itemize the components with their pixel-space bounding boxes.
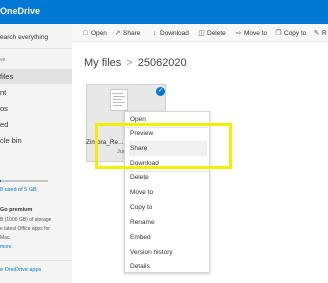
storage-fill — [0, 180, 1, 182]
copy-icon: ❐ — [275, 29, 282, 37]
sidebar-item-my-files[interactable]: files — [0, 69, 72, 84]
thumbnail-line — [113, 96, 125, 97]
app-title[interactable]: OneDrive — [0, 6, 40, 16]
delete-icon: ◫ — [198, 29, 205, 37]
thumbnail-line — [113, 93, 123, 94]
delete-button[interactable]: ◫ Delete — [198, 28, 226, 38]
menu-item-embed[interactable]: Embed — [129, 230, 207, 245]
nav-divider — [0, 260, 72, 261]
sidebar-item-label: os — [0, 104, 8, 113]
breadcrumb-current: 25062020 — [137, 57, 187, 69]
breadcrumb: My files > 25062020 — [84, 57, 187, 69]
menu-item-move-to[interactable]: Move to — [129, 185, 207, 200]
delete-button-label: Delete — [207, 29, 226, 37]
rename-button[interactable]: ✎ R — [313, 28, 327, 38]
sidebar-item-recycle-bin[interactable]: cle bin — [0, 133, 72, 148]
move-icon: ⇨ — [235, 29, 242, 37]
top-bar: OneDrive — [0, 0, 328, 24]
selected-check-icon[interactable]: ✓ — [156, 87, 165, 96]
menu-item-details[interactable]: Details — [129, 259, 207, 274]
copy-to-button-label: Copy to — [284, 29, 307, 37]
highlight-box — [95, 123, 232, 169]
share-button[interactable]: ↗ Share — [114, 28, 141, 38]
thumbnail-line — [113, 102, 125, 103]
storage-bar — [0, 180, 48, 182]
open-button[interactable]: □ Open — [82, 28, 107, 38]
premium-title: Go premium — [0, 207, 33, 213]
sidebar-item-label: ed — [0, 120, 9, 129]
rename-button-label: R — [322, 29, 327, 37]
search-input[interactable] — [0, 28, 72, 46]
open-button-label: Open — [91, 29, 107, 37]
share-button-label: Share — [123, 29, 141, 37]
sidebar-item-label: cle bin — [0, 136, 22, 145]
get-apps-link[interactable]: e OneDrive apps — [0, 267, 41, 273]
copy-to-button[interactable]: ❐ Copy to — [275, 28, 306, 38]
breadcrumb-separator: > — [126, 57, 133, 69]
premium-line: e latest Office apps for — [0, 226, 50, 232]
download-button[interactable]: ↓ Download — [151, 28, 189, 38]
menu-item-delete[interactable]: Delete — [129, 170, 207, 185]
menu-item-copy-to[interactable]: Copy to — [129, 200, 207, 215]
document-thumbnail — [110, 89, 128, 111]
move-to-button[interactable]: ⇨ Move to — [235, 28, 268, 38]
learn-more-link[interactable]: more. — [0, 244, 13, 250]
sidebar-item-label: files — [0, 72, 14, 81]
thumbnail-line — [113, 105, 122, 106]
open-icon: □ — [83, 29, 88, 37]
command-bar: □ Open ↗ Share ↓ Download ◫ Delete ⇨ Mov… — [72, 24, 328, 42]
sidebar-item-photos[interactable]: os — [0, 101, 72, 116]
move-to-button-label: Move to — [244, 29, 268, 37]
menu-item-rename[interactable]: Rename — [129, 215, 207, 230]
nav-section-label: ve — [0, 57, 6, 63]
premium-line: Mac. — [0, 235, 11, 241]
breadcrumb-root[interactable]: My files — [84, 57, 121, 69]
sidebar-item-shared[interactable]: ed — [0, 117, 72, 132]
sidebar-item-label: nt — [0, 88, 7, 97]
sidebar-item-recent[interactable]: nt — [0, 85, 72, 100]
storage-text[interactable]: 8 used of 5 GB — [0, 187, 37, 193]
share-icon: ↗ — [114, 29, 121, 37]
menu-item-version-history[interactable]: Version history — [129, 245, 207, 260]
thumbnail-line — [113, 99, 121, 100]
nav-divider — [0, 48, 72, 49]
premium-line: B (1000 GB) of storage — [0, 217, 52, 223]
left-nav: ve files nt os ed cle bin 8 used of 5 GB… — [0, 24, 72, 283]
rename-icon: ✎ — [313, 29, 320, 37]
download-button-label: Download — [160, 29, 189, 37]
download-icon: ↓ — [152, 29, 157, 37]
